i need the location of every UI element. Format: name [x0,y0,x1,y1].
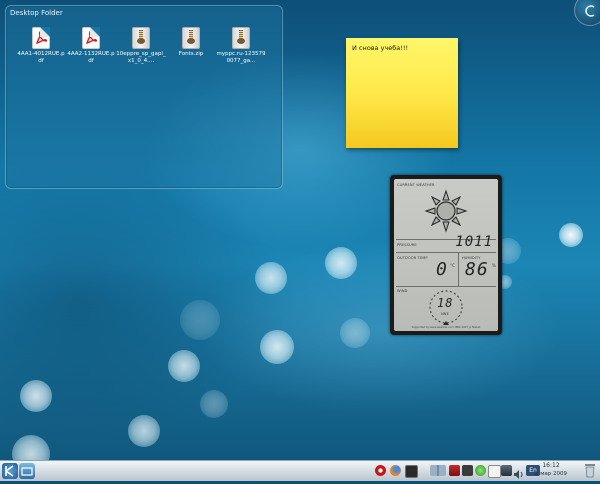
file-item[interactable]: 4AA2-1132RUE.pdf [66,27,116,65]
file-item[interactable]: 10eppre_sp_gapi_x1_0_4.... [116,27,166,65]
show-desktop-icon[interactable] [19,463,35,479]
pdf-file-icon [80,27,102,49]
file-name: myppc.ru-1235790077_ga... [216,51,266,64]
wallpaper-light [325,247,357,279]
pressure-value: 1011 [455,234,493,250]
wind-speed-value: 18 [437,296,454,310]
display-icon[interactable] [501,465,512,476]
folder-view-title: Desktop Folder [10,9,63,17]
pdf-file-icon [30,27,52,49]
wallpaper-light [200,390,228,418]
weather-heading: CURRENT WEATHER [397,183,435,187]
file-name: 10eppre_sp_gapi_x1_0_4.... [116,51,166,64]
humidity-value: 86 [465,259,489,280]
file-item[interactable]: myppc.ru-1235790077_ga... [216,27,266,65]
cashew-icon [585,5,595,17]
wallpaper-light [340,318,370,348]
firefox-icon[interactable] [390,465,401,476]
network-icon[interactable] [462,465,473,476]
wallpaper-light [168,350,200,382]
desktop-toolbox-button[interactable] [574,0,600,26]
wallpaper-light [180,300,220,340]
pressure-label: PRESSURE [397,243,417,247]
wind-label: WIND [397,289,408,293]
wallpaper-light [20,380,52,412]
trash-icon[interactable] [584,463,596,478]
outdoor-temp-value: 0 [436,259,448,280]
clock-time: 16:12 [542,462,560,469]
opera-icon[interactable] [375,465,386,476]
weather-lcd: CURRENT WEATHER PRESSURE 1011 OUTDOOR TE… [394,179,498,331]
outdoor-temp-label: OUTDOOR TEMP [397,256,428,260]
archive-file-icon [130,27,152,49]
sticky-note-text[interactable]: И снова учеба!!! [352,44,408,52]
file-name: Fonts.zip [178,51,204,57]
terminal-icon[interactable] [405,465,418,478]
file-item[interactable]: 4AA1-4012RUE.pdf [16,27,66,65]
clock-date: 2 мар 2009 [534,471,567,477]
klipper-icon[interactable] [488,465,501,478]
wind-direction: NNE [441,312,449,316]
wallpaper-light [255,262,287,294]
clock[interactable]: 16:12 2 мар 2009 [524,462,578,478]
audio-mixer-icon[interactable] [449,465,460,476]
wallpaper-light [260,330,294,364]
wallpaper-light [559,223,583,247]
outdoor-temp-unit: °C [450,263,455,268]
archive-file-icon [230,27,252,49]
taskbar: En 16:12 2 мар 2009 [0,460,600,481]
file-item[interactable]: Fonts.zip [166,27,216,58]
wallpaper-light [128,415,160,447]
file-name: 4AA1-4012RUE.pdf [17,51,65,64]
sun-icon [424,189,468,233]
sticky-note[interactable]: И снова учеба!!! [346,38,458,148]
volume-icon[interactable] [513,465,524,479]
update-icon[interactable] [475,465,486,476]
humidity-unit: % [492,263,496,268]
weather-credits: Supported by www.weather.com. BBC 2007 J… [411,326,481,329]
weather-widget[interactable]: CURRENT WEATHER PRESSURE 1011 OUTDOOR TE… [390,175,502,335]
pager-icon[interactable] [430,465,446,476]
archive-file-icon [180,27,202,49]
kde-menu-icon[interactable] [2,463,18,479]
file-name: 4AA2-1132RUE.pdf [67,51,115,64]
folder-view[interactable]: Desktop Folder 4AA1-4012RUE.pdf 4AA2-113… [5,5,283,189]
